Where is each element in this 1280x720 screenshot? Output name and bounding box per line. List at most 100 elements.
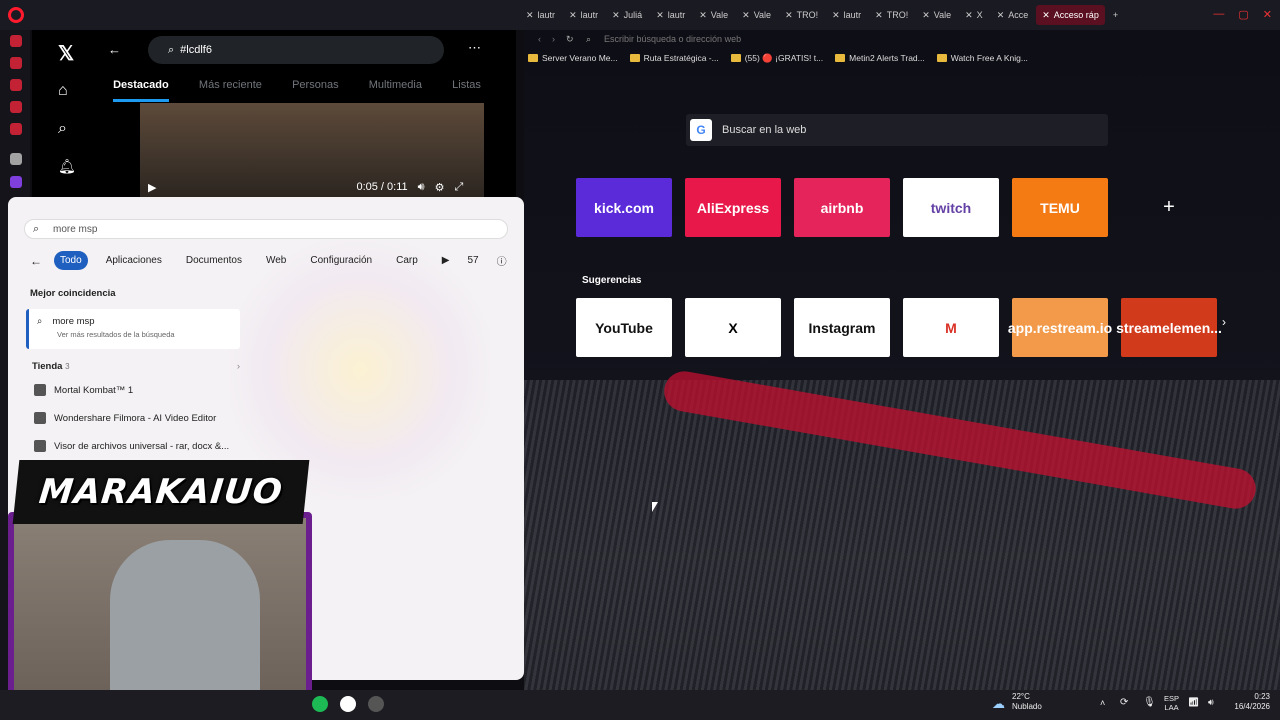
r-app-icon[interactable] (340, 696, 356, 712)
speed-dial-tile[interactable]: + (1121, 178, 1217, 237)
aria-icon[interactable] (10, 57, 22, 69)
filter-chip[interactable]: Todo (54, 251, 88, 270)
tab-label: TRO! (796, 10, 819, 20)
folder-icon (835, 54, 846, 62)
speed-dial-tile[interactable]: airbnb (794, 178, 890, 237)
filter-chip[interactable]: Aplicaciones (100, 251, 168, 270)
speed-dial-tile[interactable]: streamelemen... (1116, 298, 1222, 357)
browser-tab[interactable]: ✕ lautr (563, 5, 604, 25)
speed-dial-tile[interactable]: AliExpress (685, 178, 781, 237)
browser-tab[interactable]: ✕ Juliá (606, 5, 648, 25)
fullscreen-icon[interactable]: ⤢ (454, 181, 463, 194)
windows-search-input[interactable]: ⌕ more msp (24, 219, 508, 239)
minimize-icon[interactable]: — (1213, 8, 1224, 21)
x-tab[interactable]: Personas (292, 72, 338, 102)
messenger-icon[interactable] (10, 79, 22, 91)
refresh-icon[interactable] (10, 35, 22, 47)
filter-chip[interactable]: Carp (390, 251, 424, 270)
speed-dial-tile[interactable]: YouTube (576, 298, 672, 357)
weather-widget[interactable]: 22°C Nublado (1012, 692, 1042, 712)
bookmark-label: Server Verano Me... (542, 53, 618, 63)
app-icon[interactable] (368, 696, 384, 712)
whatsapp-icon[interactable] (10, 101, 22, 113)
browser-tab[interactable]: ✕ lautr (826, 5, 867, 25)
speed-dial-tile[interactable]: Instagram (794, 298, 890, 357)
tab-label: Acceso ráp (1053, 10, 1099, 20)
reload-icon[interactable]: ↻ (566, 34, 574, 45)
points[interactable]: 57 (467, 255, 478, 266)
search-icon[interactable]: ⌕ (58, 120, 67, 138)
bookmark[interactable]: Ruta Estratégica -... (629, 50, 719, 66)
bookmark[interactable]: (55) 🔴 ¡GRATIS! t... (730, 50, 824, 66)
x-tab[interactable]: Más reciente (199, 72, 262, 102)
new-tab-button[interactable]: + (1107, 5, 1124, 25)
back-icon[interactable]: ‹ (538, 34, 541, 44)
store-item[interactable]: Wondershare Filmora - AI Video Editor (26, 404, 240, 432)
x-tab[interactable]: Listas (452, 72, 481, 102)
chevron-right-icon[interactable]: › (1222, 315, 1226, 329)
browser-tab[interactable]: ✕ Acce (991, 5, 1035, 25)
chevron-up-icon[interactable]: ˄ (1100, 698, 1105, 708)
channel-logo: MARAKAIUO (12, 460, 310, 524)
twitch-icon[interactable] (10, 176, 22, 188)
speed-dial-tile[interactable]: app.restream.io (1008, 298, 1112, 357)
speed-dial-tile[interactable]: twitch (903, 178, 999, 237)
browser-tab[interactable]: ✕ lautr (650, 5, 691, 25)
web-search-box[interactable]: G Buscar en la web (686, 114, 1108, 146)
more-options-icon[interactable]: ⋯ (468, 40, 481, 56)
maximize-icon[interactable]: ▢ (1238, 8, 1248, 21)
browser-tab[interactable]: ✕ TRO! (779, 5, 824, 25)
volume-icon[interactable]: 🔊︎ (1208, 697, 1214, 708)
speed-dial-tile[interactable]: M (903, 298, 999, 357)
clock[interactable]: 0:23 16/4/2026 (1234, 692, 1270, 712)
store-header[interactable]: Tienda 3 › (26, 361, 240, 372)
volume-icon[interactable]: 🔊︎ (418, 181, 425, 194)
bookmark[interactable]: Metin2 Alerts Trad... (835, 50, 925, 66)
browser-tab[interactable]: ✕ lautr (520, 5, 561, 25)
browser-tab[interactable]: ✕ Vale (736, 5, 777, 25)
browser-tab[interactable]: ✕ Vale (916, 5, 957, 25)
filter-chip[interactable]: Web (260, 251, 292, 270)
filter-chip[interactable]: Configuración (304, 251, 378, 270)
search-icon: ⌕ (37, 316, 43, 327)
bookmark[interactable]: Server Verano Me... (528, 50, 618, 66)
store-item[interactable]: Mortal Kombat™ 1 (26, 376, 240, 404)
speed-dial-tile[interactable]: TEMU (1012, 178, 1108, 237)
store-item[interactable]: Visor de archivos universal - rar, docx … (26, 432, 240, 460)
x-logo-icon[interactable]: 𝕏 (58, 41, 74, 66)
bookmark-label: (55) 🔴 ¡GRATIS! t... (744, 52, 824, 63)
info-icon[interactable]: ⓘ (497, 253, 507, 268)
microphone-icon[interactable]: 🎙︎ (1143, 697, 1156, 708)
bookmark[interactable]: Watch Free A Knig... (936, 50, 1028, 66)
settings-icon[interactable]: ⚙ (435, 181, 445, 194)
tab-favicon-icon: ✕ (785, 9, 793, 20)
back-arrow-icon[interactable]: ← (108, 42, 121, 57)
x-search-input[interactable]: ⌕ #lcdlf6 (148, 36, 444, 64)
opera-logo-icon[interactable] (8, 7, 24, 23)
close-icon[interactable]: ✕ (1263, 8, 1272, 21)
chatgpt-icon[interactable] (10, 153, 22, 165)
filter-chip[interactable]: Documentos (180, 251, 248, 270)
address-bar[interactable]: ‹ › ↻ ⌕ Escribir búsqueda o dirección we… (530, 30, 1280, 48)
play-icon[interactable]: ▶ (148, 181, 156, 194)
wifi-icon[interactable]: 📶︎ (1188, 697, 1199, 708)
home-icon[interactable]: ⌂ (58, 82, 68, 100)
notifications-icon[interactable]: 🔔︎ (58, 158, 76, 175)
best-match-item[interactable]: ⌕ more msp Ver más resultados de la búsqu… (26, 309, 240, 349)
forward-icon[interactable]: › (552, 34, 555, 44)
browser-tab[interactable]: ✕ Vale (693, 5, 734, 25)
browser-tab[interactable]: ✕ X (959, 5, 989, 25)
mail-icon[interactable] (10, 123, 22, 135)
speed-dial-tile[interactable]: kick.com (576, 178, 672, 237)
spotify-icon[interactable] (312, 696, 328, 712)
browser-tab[interactable]: ✕ TRO! (869, 5, 914, 25)
x-tab[interactable]: Destacado (113, 72, 169, 102)
x-tab[interactable]: Multimedia (369, 72, 422, 102)
play-icon[interactable]: ▶ (442, 255, 450, 266)
video-time: 0:05 / 0:11 (356, 181, 408, 193)
browser-tab[interactable]: ✕ Acceso ráp (1036, 5, 1105, 25)
language-indicator[interactable]: ESP LAA (1164, 694, 1179, 712)
sync-icon[interactable]: ⟳ (1120, 697, 1128, 708)
back-arrow-icon[interactable]: ← (30, 254, 42, 268)
speed-dial-tile[interactable]: X (685, 298, 781, 357)
